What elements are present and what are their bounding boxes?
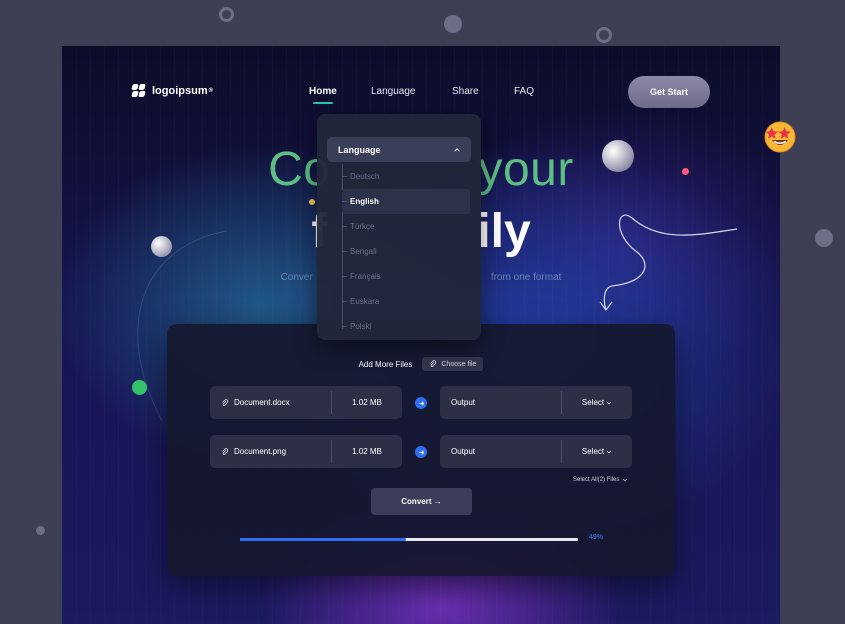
language-option-euskara[interactable]: Euskara (342, 289, 470, 314)
decor-dot-pink (682, 168, 689, 175)
decor-ring-top-right (596, 27, 612, 43)
hero-subtitle-right: from one format (490, 272, 562, 283)
landing-page-frame: logoipsum ® Home Language Share FAQ Get S… (62, 46, 780, 624)
paperclip-icon (430, 360, 437, 367)
arrow-right-icon (418, 449, 424, 455)
output-format-select[interactable]: Select (562, 386, 632, 419)
nav-item-language[interactable]: Language (371, 86, 416, 97)
conversion-progress-bar (240, 538, 578, 541)
language-option-francais[interactable]: Français (342, 264, 470, 289)
logo-mark-icon (131, 84, 146, 98)
get-start-button[interactable]: Get Start (628, 76, 710, 108)
decor-dot-top (444, 15, 462, 33)
logo-registered-mark: ® (208, 88, 214, 94)
nav-item-share-label: Share (452, 86, 479, 97)
source-file-box[interactable]: Document.png 1.02 MB (210, 435, 402, 468)
select-label: Select (581, 447, 605, 456)
nav-item-home-label: Home (309, 86, 337, 97)
choose-file-button[interactable]: Choose file (422, 357, 484, 371)
progress-percent: 49% (589, 534, 604, 541)
progress-fill (240, 538, 406, 541)
decor-orb-right (602, 140, 634, 172)
decor-dot-right (815, 229, 833, 247)
output-format-box[interactable]: Output Select (440, 435, 632, 468)
file-name-text: Document.docx (234, 398, 290, 407)
output-format-box[interactable]: Output Select (440, 386, 632, 419)
logo-text: logoipsum (152, 85, 208, 97)
convert-button[interactable]: Convert → (371, 488, 472, 515)
source-file-name: Document.png (221, 435, 286, 468)
chevron-down-icon (607, 450, 612, 453)
file-row: Document.png 1.02 MB Output Select (210, 435, 632, 468)
nav-item-faq[interactable]: FAQ (514, 86, 534, 97)
brand-logo[interactable]: logoipsum ® (131, 84, 214, 98)
add-files-row: Add More Files Choose file (167, 357, 675, 371)
decor-dot-yellow (309, 199, 315, 205)
hero-line-1-right: your (478, 143, 574, 196)
nav-item-faq-label: FAQ (514, 86, 535, 97)
language-options-list: Deutsch English Türkçe Bengali Français … (342, 164, 470, 339)
file-row: Document.docx 1.02 MB Output Select (210, 386, 632, 419)
star-eyes-emoji-icon (764, 121, 796, 153)
paperclip-icon (222, 398, 229, 406)
add-more-files-label: Add More Files (358, 359, 413, 369)
converter-card: Add More Files Choose file Document.docx… (167, 324, 675, 576)
output-label: Output (451, 447, 476, 456)
arrow-right-button[interactable] (415, 397, 427, 409)
nav-item-share[interactable]: Share (452, 86, 479, 97)
language-dropdown-header[interactable]: Language (327, 137, 471, 162)
hero-subtitle-left: Conver (280, 272, 313, 283)
decor-ring-top-left (219, 7, 234, 22)
hero-line-2-right: ily (477, 205, 531, 258)
language-option-polski[interactable]: Polski (342, 314, 470, 339)
output-format-select[interactable]: Select (562, 435, 632, 468)
decor-dot-green (132, 380, 147, 395)
nav-item-language-label: Language (371, 86, 416, 97)
nav-active-underline (313, 102, 333, 104)
swirl-arrow-icon (599, 214, 738, 311)
select-label: Select (581, 398, 605, 407)
language-dropdown: Language Deutsch English Türkçe Bengali … (317, 114, 481, 340)
chevron-down-icon (623, 478, 628, 482)
decor-dot-bottom-left (36, 526, 45, 535)
file-size: 1.02 MB (352, 447, 382, 456)
arrow-right-icon (418, 400, 424, 406)
language-option-turkce[interactable]: Türkçe (342, 214, 470, 239)
source-file-box[interactable]: Document.docx 1.02 MB (210, 386, 402, 419)
arrow-right-button[interactable] (415, 446, 427, 458)
language-option-english[interactable]: English (342, 189, 470, 214)
file-size: 1.02 MB (352, 398, 382, 407)
language-option-deutsch[interactable]: Deutsch (342, 164, 470, 189)
language-option-bengali[interactable]: Bengali (342, 239, 470, 264)
select-all-label: Select All(2) Files (573, 477, 620, 483)
language-dropdown-title: Language (338, 144, 381, 155)
source-file-name: Document.docx (221, 386, 290, 419)
nav-item-home[interactable]: Home (309, 86, 337, 104)
chevron-up-icon (454, 147, 460, 152)
paperclip-icon (222, 447, 229, 455)
chevron-down-icon (607, 401, 612, 404)
file-name-text: Document.png (234, 447, 287, 456)
output-label: Output (451, 398, 476, 407)
select-all-files-toggle[interactable]: Select All(2) Files (573, 477, 628, 483)
choose-file-label: Choose file (441, 360, 477, 368)
